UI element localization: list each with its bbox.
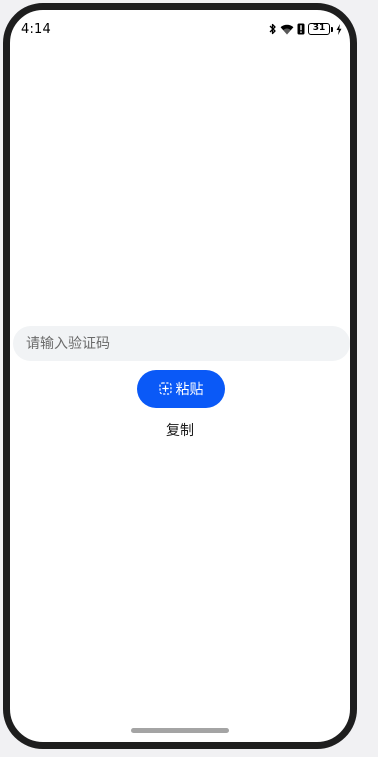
alert-icon	[297, 23, 305, 35]
battery-tip	[331, 26, 333, 32]
phone-screen: 4:14 31 请输入验证码 粘贴 复制	[3, 3, 357, 749]
status-icons: 31	[269, 23, 342, 35]
charging-icon	[336, 23, 342, 35]
status-bar: 4:14 31	[10, 10, 350, 50]
verification-code-input[interactable]	[13, 326, 350, 361]
battery-level: 31	[308, 23, 330, 35]
wifi-icon	[280, 24, 294, 35]
paste-button-label: 粘贴	[175, 382, 204, 398]
bluetooth-icon	[269, 23, 277, 35]
paste-icon	[158, 380, 172, 399]
paste-button[interactable]: 粘贴	[137, 370, 225, 408]
battery-icon: 31	[308, 23, 333, 35]
copy-text[interactable]: 复制	[10, 420, 350, 440]
status-time: 4:14	[21, 22, 51, 37]
home-indicator[interactable]	[131, 728, 229, 733]
